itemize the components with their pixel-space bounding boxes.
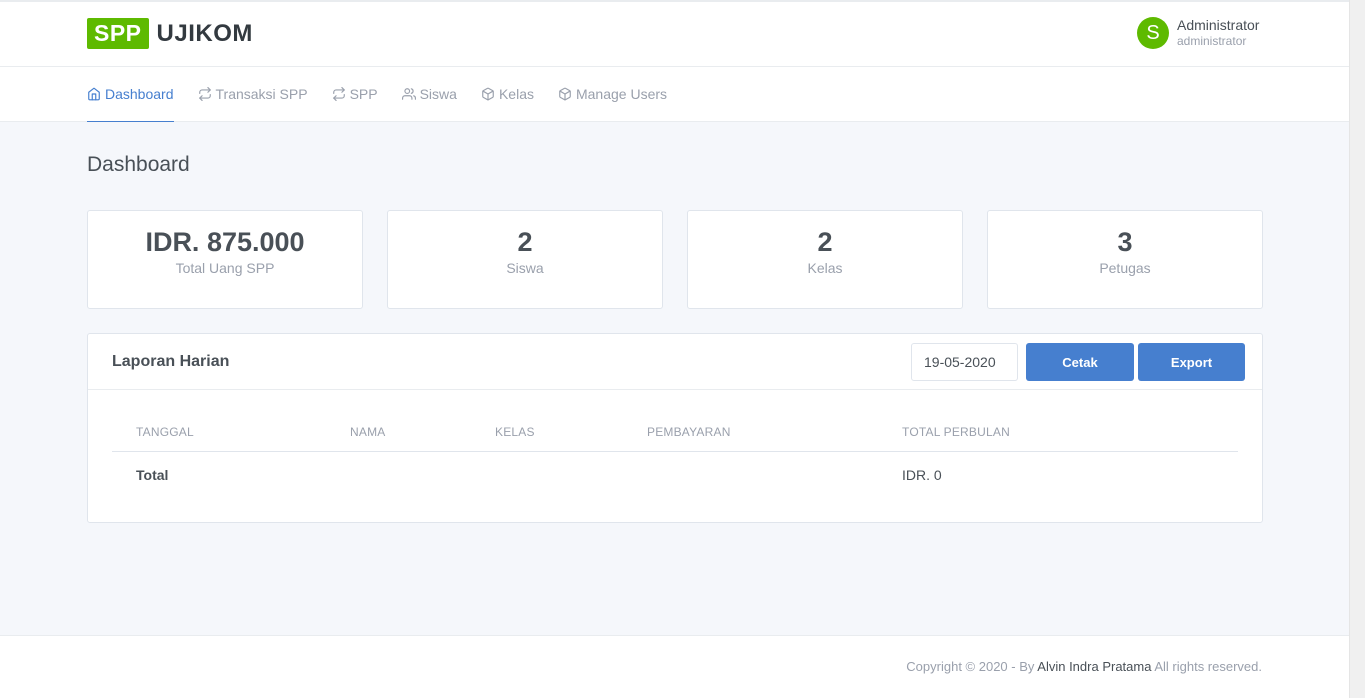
stat-card-kelas: 2 Kelas xyxy=(687,210,963,309)
stat-card-siswa: 2 Siswa xyxy=(387,210,663,309)
stat-card-total-uang-spp: IDR. 875.000 Total Uang SPP xyxy=(87,210,363,309)
user-name: Administrator xyxy=(1177,17,1260,34)
nav-label: Kelas xyxy=(498,86,534,102)
copyright-suffix: All rights reserved. xyxy=(1151,659,1262,674)
table-row: Total IDR. 0 xyxy=(112,452,1238,498)
stat-label: Kelas xyxy=(807,260,843,276)
stat-value: IDR. 875.000 xyxy=(145,227,305,257)
column-header: TOTAL PERBULAN xyxy=(902,425,1010,439)
nav-label: Dashboard xyxy=(105,86,174,102)
column-header: NAMA xyxy=(350,425,386,439)
user-role: administrator xyxy=(1177,34,1247,49)
nav-item-siswa[interactable]: Siswa xyxy=(401,67,457,122)
nav-item-manage-users[interactable]: Manage Users xyxy=(558,67,667,122)
nav-label: Transaksi SPP xyxy=(215,86,308,102)
stat-value: 2 xyxy=(817,227,833,257)
repeat-icon xyxy=(198,87,211,101)
brand-box: SPP xyxy=(87,18,149,49)
footer: Copyright © 2020 - By Alvin Indra Pratam… xyxy=(0,635,1349,698)
export-button[interactable]: Export xyxy=(1138,343,1245,381)
column-header: TANGGAL xyxy=(136,425,194,439)
card-title: Laporan Harian xyxy=(112,353,230,370)
total-value: IDR. 0 xyxy=(902,467,942,483)
card-header: Laporan Harian Cetak Export xyxy=(88,334,1262,390)
column-header: PEMBAYARAN xyxy=(647,425,731,439)
date-input[interactable] xyxy=(911,343,1018,381)
home-icon xyxy=(88,87,100,101)
cetak-button[interactable]: Cetak xyxy=(1026,343,1134,381)
user-menu[interactable]: S Administrator administrator xyxy=(1137,17,1259,49)
stat-label: Total Uang SPP xyxy=(175,260,275,276)
stat-label: Siswa xyxy=(506,260,544,276)
nav-label: Siswa xyxy=(419,86,457,102)
nav-item-spp[interactable]: SPP xyxy=(332,67,378,122)
nav-label: Manage Users xyxy=(575,86,668,102)
user-info: Administrator administrator xyxy=(1177,17,1259,48)
copyright-prefix: Copyright © 2020 - By xyxy=(906,659,1038,674)
column-header: KELAS xyxy=(495,425,535,439)
page-title: Dashboard xyxy=(87,153,190,176)
avatar: S xyxy=(1137,17,1169,49)
stat-label: Petugas xyxy=(1099,260,1151,276)
laporan-harian-card: Laporan Harian Cetak Export TANGGAL NAMA… xyxy=(87,333,1263,523)
stat-value: 3 xyxy=(1117,227,1133,257)
copyright-text: Copyright © 2020 - By Alvin Indra Pratam… xyxy=(906,659,1262,674)
box-icon xyxy=(482,87,494,101)
vertical-scrollbar[interactable] xyxy=(1349,0,1365,698)
users-icon xyxy=(401,88,416,100)
nav-item-dashboard[interactable]: Dashboard xyxy=(87,67,174,122)
box-icon xyxy=(559,87,571,101)
nav-label: SPP xyxy=(349,86,378,102)
repeat-icon xyxy=(332,87,345,101)
stat-card-petugas: 3 Petugas xyxy=(987,210,1263,309)
author-link[interactable]: Alvin Indra Pratama xyxy=(1037,659,1151,674)
table-header: TANGGAL NAMA KELAS PEMBAYARAN TOTAL PERB… xyxy=(112,413,1238,452)
main-nav: Dashboard Transaksi SPP SPP Siswa Kelas … xyxy=(0,67,1349,122)
nav-item-transaksi-spp[interactable]: Transaksi SPP xyxy=(198,67,308,122)
top-header: SPP UJIKOM S Administrator administrator xyxy=(0,2,1349,67)
brand-logo[interactable]: SPP UJIKOM xyxy=(87,18,253,49)
brand-text: UJIKOM xyxy=(156,19,253,47)
report-table: TANGGAL NAMA KELAS PEMBAYARAN TOTAL PERB… xyxy=(88,413,1238,498)
nav-item-kelas[interactable]: Kelas xyxy=(481,67,534,122)
total-label: Total xyxy=(136,467,169,483)
stat-value: 2 xyxy=(517,227,533,257)
